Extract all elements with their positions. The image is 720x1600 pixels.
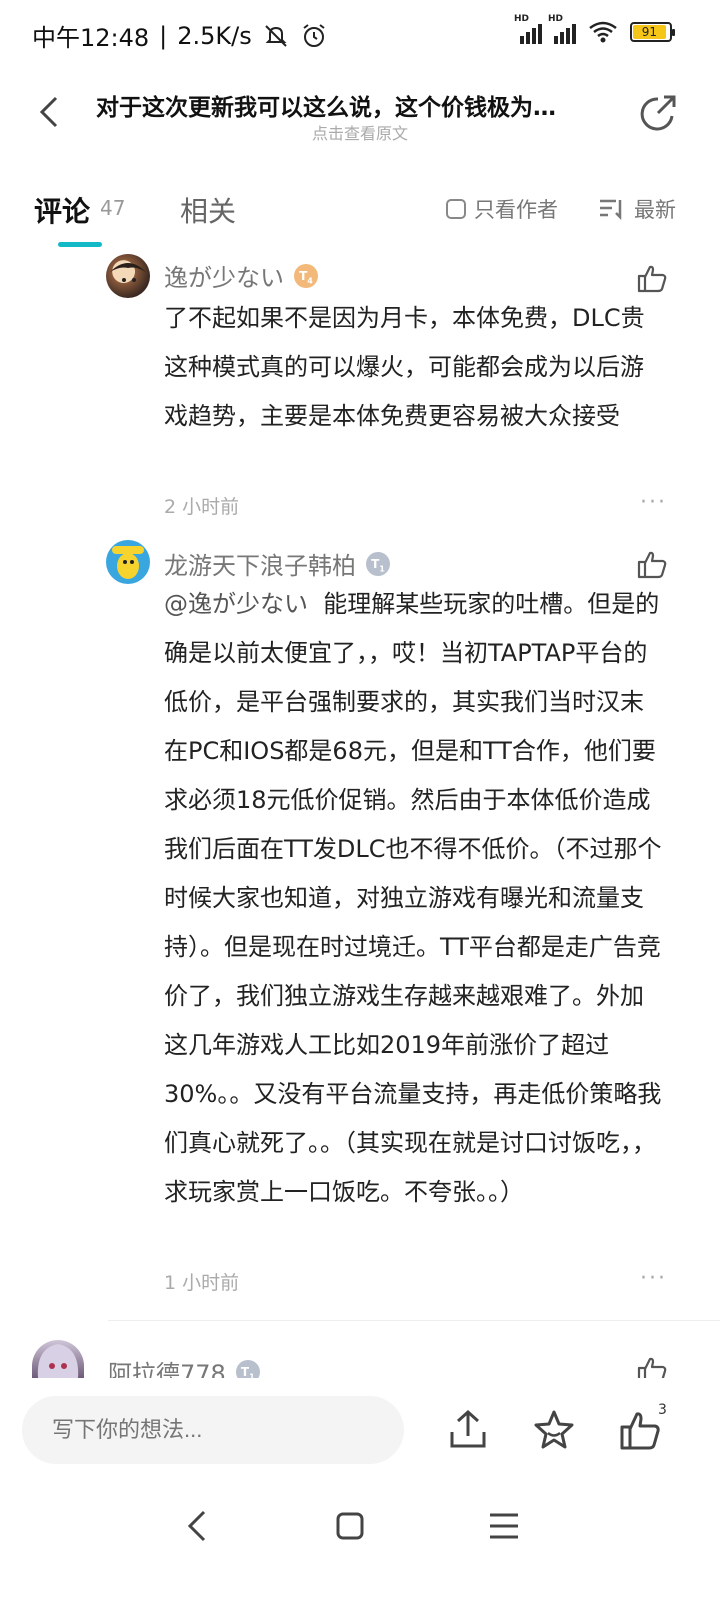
tab-related[interactable]: 相关: [180, 190, 236, 230]
author-only-toggle[interactable]: 只看作者: [446, 194, 558, 224]
comment-tabs: 评论 47 相关 只看作者 最新: [0, 170, 720, 250]
author-only-label: 只看作者: [474, 198, 558, 222]
comment-time: 2 小时前: [164, 496, 240, 518]
system-nav-bar: [0, 1488, 720, 1600]
active-tab-indicator: [58, 242, 102, 247]
avatar-image: [110, 263, 146, 282]
nav-back-icon[interactable]: [178, 1506, 218, 1546]
level-badge-letter: T: [240, 1364, 250, 1379]
status-time: 中午12:48: [32, 24, 150, 52]
like-post-icon[interactable]: [618, 1408, 662, 1452]
comment-text: 了不起如果不是因为月卡，本体免费，DLC贵这种模式真的可以爆火，可能都会成为以后…: [164, 294, 658, 441]
sort-label: 最新: [634, 198, 676, 222]
more-icon[interactable]: ···: [640, 1266, 667, 1291]
header: 对于这次更新我可以这么说，这个价钱极为… 点击查看原文: [0, 70, 720, 162]
more-icon[interactable]: ···: [640, 490, 667, 515]
mention-link[interactable]: @逸が少ない: [164, 590, 308, 618]
comment-text: @逸が少ない 能理解某些玩家的吐槽。但是的确是以前太便宜了，，哎！当初TAPTA…: [164, 580, 666, 1217]
sort-icon: [600, 199, 622, 220]
level-badge-number: 1: [379, 563, 385, 573]
bottom-action-bar: 3: [0, 1378, 720, 1488]
battery-level: 91: [633, 25, 666, 39]
nav-menu-icon[interactable]: [484, 1506, 524, 1546]
avatar-image: [37, 1344, 79, 1378]
tab-comments[interactable]: 评论: [34, 190, 90, 230]
username-text: 龙游天下浪子韩柏: [164, 552, 356, 580]
comments-count: 47: [100, 196, 126, 220]
signal-2-icon: HD: [548, 14, 576, 44]
post-title[interactable]: 对于这次更新我可以这么说，这个价钱极为…: [96, 88, 616, 122]
mute-icon: [265, 24, 287, 47]
view-original-link[interactable]: 点击查看原文: [0, 120, 720, 144]
alarm-icon: [303, 23, 325, 47]
wifi-icon: [589, 21, 617, 43]
level-badge-number: 4: [307, 275, 313, 285]
hd-label-2: HD: [548, 14, 564, 24]
avatar[interactable]: [106, 254, 150, 298]
status-right: HD HD 91: [514, 14, 675, 44]
like-icon[interactable]: [636, 262, 668, 294]
nav-home-icon[interactable]: [330, 1506, 370, 1546]
comment-time: 1 小时前: [164, 1272, 240, 1294]
comment-username[interactable]: 逸が少ない T4: [164, 258, 318, 293]
status-separator: |: [159, 21, 168, 50]
battery-icon: 91: [630, 22, 675, 42]
like-icon[interactable]: [636, 548, 668, 580]
network-speed: 2.5K/s: [177, 21, 252, 50]
signal-1-icon: HD: [514, 14, 542, 44]
status-left: 中午12:48 | 2.5K/s: [32, 18, 328, 53]
comment-username[interactable]: 龙游天下浪子韩柏 T1: [164, 546, 390, 581]
avatar[interactable]: [32, 1340, 84, 1378]
status-bar: 中午12:48 | 2.5K/s HD HD 91: [0, 0, 720, 70]
like-count: 3: [658, 1402, 667, 1418]
level-badge: T4: [294, 263, 318, 288]
comment-input[interactable]: [22, 1396, 404, 1464]
avatar[interactable]: [106, 540, 150, 584]
comment-text-content: 了不起如果不是因为月卡，本体免费，DLC贵这种模式真的可以爆火，可能都会成为以后…: [164, 304, 645, 430]
avatar-image: [112, 546, 144, 579]
hd-label-1: HD: [514, 14, 530, 24]
share-upload-icon[interactable]: [446, 1408, 490, 1452]
username-text: 逸が少ない: [164, 264, 284, 292]
share-icon[interactable]: [636, 92, 680, 136]
comment-text-content: 能理解某些玩家的吐槽。但是的确是以前太便宜了，，哎！当初TAPTAP平台的低价，…: [164, 590, 662, 1206]
favorite-star-icon[interactable]: [532, 1408, 576, 1452]
author-only-checkbox[interactable]: [446, 199, 466, 219]
divider: [108, 1320, 720, 1321]
sort-button[interactable]: 最新: [598, 194, 676, 224]
level-badge: T1: [366, 551, 390, 576]
